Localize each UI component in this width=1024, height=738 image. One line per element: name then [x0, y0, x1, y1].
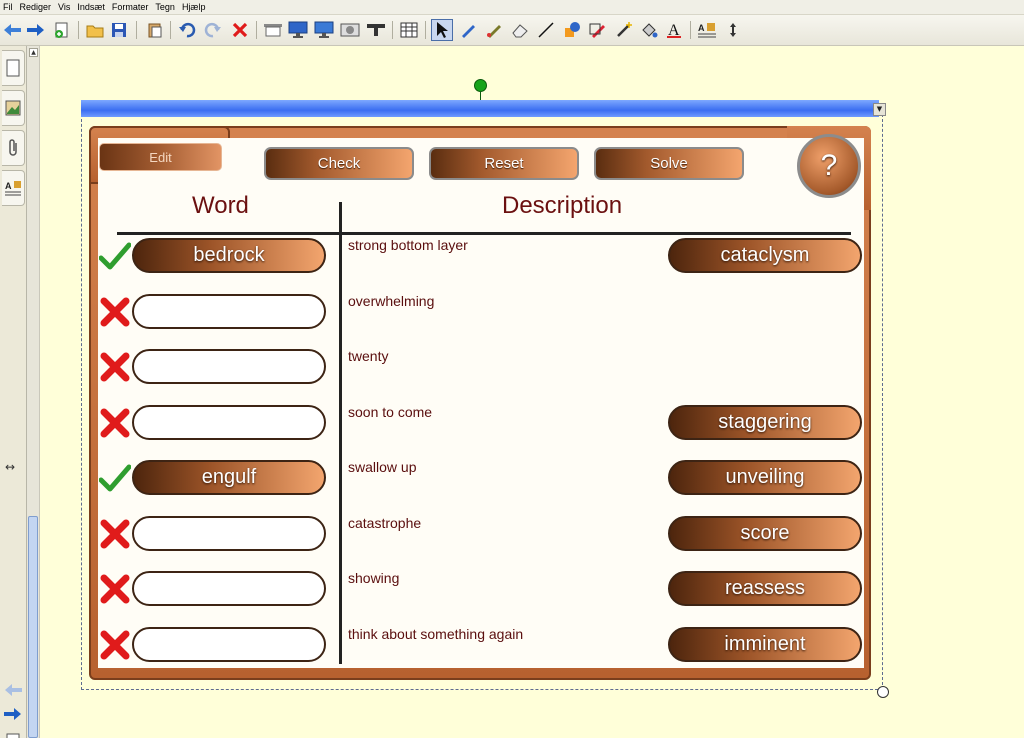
resize-panel-icon[interactable]: ↔: [5, 460, 15, 474]
incorrect-cross-icon: [99, 351, 131, 383]
properties-tab[interactable]: A: [2, 170, 25, 206]
menu-help[interactable]: Hjælp: [179, 2, 210, 12]
description-text: swallow up: [348, 459, 417, 475]
draggable-word-chip[interactable]: unveiling: [668, 460, 862, 495]
main-toolbar: A A: [0, 15, 1024, 46]
word-drop-slot[interactable]: [132, 349, 326, 384]
undo-icon[interactable]: [176, 19, 198, 41]
description-text: twenty: [348, 348, 389, 364]
save-icon[interactable]: [108, 19, 130, 41]
page-sorter-icon: [6, 59, 20, 77]
incorrect-cross-icon: [99, 573, 131, 605]
description-text: catastrophe: [348, 515, 422, 531]
check-button[interactable]: Check: [264, 147, 414, 180]
incorrect-cross-icon: [99, 518, 131, 550]
reset-button[interactable]: Reset: [429, 147, 579, 180]
page-icon[interactable]: [6, 728, 20, 738]
word-drop-slot[interactable]: bedrock: [132, 238, 326, 273]
paste-icon[interactable]: [144, 19, 166, 41]
menu-bar: Fil Rediger Vis Indsæt Formater Tegn Hjæ…: [0, 0, 1024, 15]
properties-icon: A: [5, 181, 21, 196]
select-arrow-icon[interactable]: [431, 19, 453, 41]
menu-edit[interactable]: Rediger: [17, 2, 56, 12]
description-text: showing: [348, 570, 400, 586]
rotate-handle-stem: [480, 92, 481, 100]
magic-pen-icon[interactable]: [613, 19, 635, 41]
pen-icon[interactable]: [457, 19, 479, 41]
draggable-word-chip[interactable]: staggering: [668, 405, 862, 440]
properties-icon[interactable]: A: [696, 19, 718, 41]
new-page-icon[interactable]: [51, 19, 73, 41]
camera-icon[interactable]: [339, 19, 361, 41]
eraser-icon[interactable]: [509, 19, 531, 41]
header-divider: [117, 232, 851, 235]
page-sorter-tab[interactable]: [2, 50, 25, 86]
description-text: overwhelming: [348, 293, 435, 309]
menu-insert[interactable]: Indsæt: [74, 2, 109, 12]
paperclip-icon: [9, 139, 17, 156]
dual-display-icon[interactable]: [313, 19, 335, 41]
menu-format[interactable]: Formater: [109, 2, 153, 12]
draggable-word-chip[interactable]: reassess: [668, 571, 862, 606]
description-text: think about something again: [348, 626, 524, 642]
draggable-word-chip[interactable]: cataclysm: [668, 238, 862, 273]
shapes-icon[interactable]: [561, 19, 583, 41]
previous-page-icon[interactable]: [3, 682, 23, 701]
toolbar-icon[interactable]: [365, 19, 387, 41]
open-folder-icon[interactable]: [84, 19, 106, 41]
column-divider: [339, 202, 342, 664]
table-icon[interactable]: [398, 19, 420, 41]
description-text: strong bottom layer: [348, 237, 468, 253]
resize-handle[interactable]: [877, 686, 889, 698]
menu-view[interactable]: Vis: [55, 2, 74, 12]
creative-pen-icon[interactable]: [483, 19, 505, 41]
help-button[interactable]: ?: [797, 134, 861, 198]
next-page-icon[interactable]: [3, 706, 23, 725]
scroll-up-icon[interactable]: ▲: [29, 48, 38, 57]
word-drop-slot[interactable]: [132, 571, 326, 606]
forward-arrow-icon[interactable]: [25, 19, 47, 41]
word-drop-slot[interactable]: [132, 405, 326, 440]
object-title-bar[interactable]: [81, 100, 879, 117]
draggable-word-chip[interactable]: imminent: [668, 627, 862, 662]
description-column-header: Description: [502, 192, 623, 219]
word-drop-slot[interactable]: [132, 516, 326, 551]
gallery-tab[interactable]: [2, 90, 25, 126]
attachments-tab[interactable]: [2, 130, 25, 166]
back-arrow-icon[interactable]: [1, 19, 23, 41]
svg-text:A: A: [698, 23, 705, 33]
word-drop-slot[interactable]: [132, 627, 326, 662]
object-menu-chevron-icon[interactable]: ▼: [873, 103, 886, 116]
correct-check-icon: [98, 240, 132, 272]
rotate-handle[interactable]: [474, 79, 487, 92]
menu-file[interactable]: Fil: [0, 2, 17, 12]
incorrect-cross-icon: [99, 407, 131, 439]
move-toolbar-icon[interactable]: [722, 19, 744, 41]
svg-text:A: A: [5, 181, 12, 191]
word-column-header: Word: [192, 192, 249, 219]
fill-bucket-icon[interactable]: [638, 19, 660, 41]
word-drop-slot[interactable]: engulf: [132, 460, 326, 495]
correct-check-icon: [98, 462, 132, 494]
description-text: soon to come: [348, 404, 433, 420]
line-icon[interactable]: [535, 19, 557, 41]
side-panel: A ↔: [0, 46, 27, 738]
edit-button[interactable]: Edit: [99, 143, 222, 171]
fill-icon[interactable]: [587, 19, 609, 41]
redo-icon[interactable]: [202, 19, 224, 41]
solve-button[interactable]: Solve: [594, 147, 744, 180]
menu-draw[interactable]: Tegn: [152, 2, 179, 12]
vertical-scrollbar[interactable]: ▲: [27, 46, 40, 738]
incorrect-cross-icon: [99, 629, 131, 661]
gallery-icon: [5, 100, 21, 116]
display-icon[interactable]: [287, 19, 309, 41]
incorrect-cross-icon: [99, 296, 131, 328]
text-icon[interactable]: A: [663, 19, 685, 41]
screen-shade-icon[interactable]: [262, 19, 284, 41]
scroll-thumb[interactable]: [28, 516, 38, 738]
delete-icon[interactable]: [229, 19, 251, 41]
word-drop-slot[interactable]: [132, 294, 326, 329]
draggable-word-chip[interactable]: score: [668, 516, 862, 551]
